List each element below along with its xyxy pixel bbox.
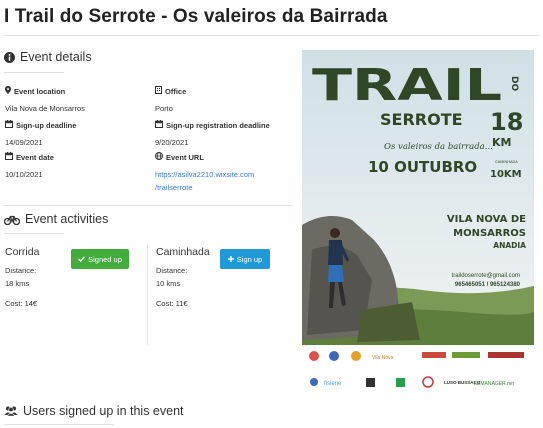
signup-deadline-field: Sign-up deadline 14/09/2021 [5,120,145,149]
poster-distance-unit: KM [492,136,511,149]
sponsor-logo [396,378,405,387]
event-activities-heading: Event activities [4,212,108,226]
globe-icon [155,152,163,162]
section-divider [4,205,292,206]
page-title: I Trail do Serrote - Os valeiros da Bair… [4,6,388,27]
sponsor-logo [452,352,480,358]
signed-up-button[interactable]: Signed up [71,249,129,269]
poster-sponsor-4: fullMANAGER.net [474,381,515,387]
office-value: Porto [155,104,173,113]
poster-sponsor-1: Vila Nova [372,355,394,361]
poster-title-serrote: SERROTE [380,110,463,129]
sponsor-logo [309,351,319,361]
calendar-icon [5,120,13,130]
poster-title-trail: TRAIL [312,60,502,111]
event-date-field: Event date 10/10/2021 [5,152,145,181]
info-circle-icon [4,51,15,63]
activity-distance-value: 10 kms [156,279,181,288]
event-activities-title: Event activities [25,212,109,226]
poster-phones: 965465051 / 965124380 [455,282,521,288]
signup-registration-deadline-field: Sign-up registration deadline 9/20/2021 [155,120,295,149]
plus-icon [227,255,234,264]
signup-deadline-label: Sign-up deadline [16,120,77,130]
event-location-value: Vila Nova de Monsarros [5,104,85,113]
event-details-underline [4,72,64,73]
sign-up-button[interactable]: Sign up [220,249,270,269]
activity-name: Corrida [5,246,40,258]
event-activities-underline [4,233,64,234]
users-signed-up-title: Users signed up in this event [23,404,184,418]
poster-subtitle: Os valeiros da bairrada... [384,142,493,152]
poster-place-2: MONSARROS [453,228,526,239]
building-icon [155,86,162,96]
sponsor-logo [310,378,318,386]
sponsor-logo [422,352,446,358]
users-signed-up-heading: Users signed up in this event [4,404,184,418]
poster-walk-label: CAMINHADA [495,160,518,164]
map-marker-icon [5,86,11,96]
poster-title-do: DO [509,76,519,91]
users-underline [4,424,114,425]
calendar-icon [155,120,163,130]
event-url-label: Event URL [166,152,204,162]
bicycle-icon [4,214,20,225]
activity-distance-label: Distance: [156,266,188,275]
title-divider [4,35,539,36]
activity-name: Caminhada [156,246,210,258]
activity-divider [147,245,148,345]
activity-distance-value: 18 kms [5,279,30,288]
signup-registration-deadline-value: 9/20/2021 [155,138,189,147]
event-details-title: Event details [20,50,92,64]
poster-date: 10 OUTUBRO [368,158,477,176]
poster-place-3: ANADIA [493,241,526,250]
sponsor-logo [366,378,375,387]
event-poster: Vila Nova fisiene LUSO BUSSACO fullMANAG… [302,50,534,395]
check-icon [78,255,86,264]
sponsor-logo [329,351,339,361]
poster-place-1: VILA NOVA DE [447,214,526,225]
office-field: Office Porto [155,86,295,115]
signup-registration-deadline-label: Sign-up registration deadline [166,120,270,130]
event-url-link[interactable]: https://asilva2210.wixsite.com /trailser… [155,168,295,194]
poster-distance-big: 18 [490,108,523,136]
office-label: Office [165,86,187,96]
event-location-field: Event location Vila Nova de Monsarros [5,86,145,115]
poster-email: traildoserrote@gmail.com [452,273,520,279]
event-date-label: Event date [16,152,54,162]
sponsor-logo [351,351,361,361]
activity-distance-label: Distance: [5,266,37,275]
event-url-field: Event URL https://asilva2210.wixsite.com… [155,152,295,194]
calendar-icon [5,152,13,162]
event-date-value: 10/10/2021 [5,170,43,179]
activity-cost: Cost: 14€ [5,299,38,308]
users-icon [4,406,18,416]
event-details-heading: Event details [4,50,92,64]
activity-cost: Cost: 11€ [156,299,188,308]
event-location-label: Event location [14,86,66,96]
poster-sponsor-2: fisiene [324,381,342,387]
sponsor-logo [488,352,524,358]
signup-deadline-value: 14/09/2021 [5,138,43,147]
poster-walk-distance: 10KM [490,169,522,180]
